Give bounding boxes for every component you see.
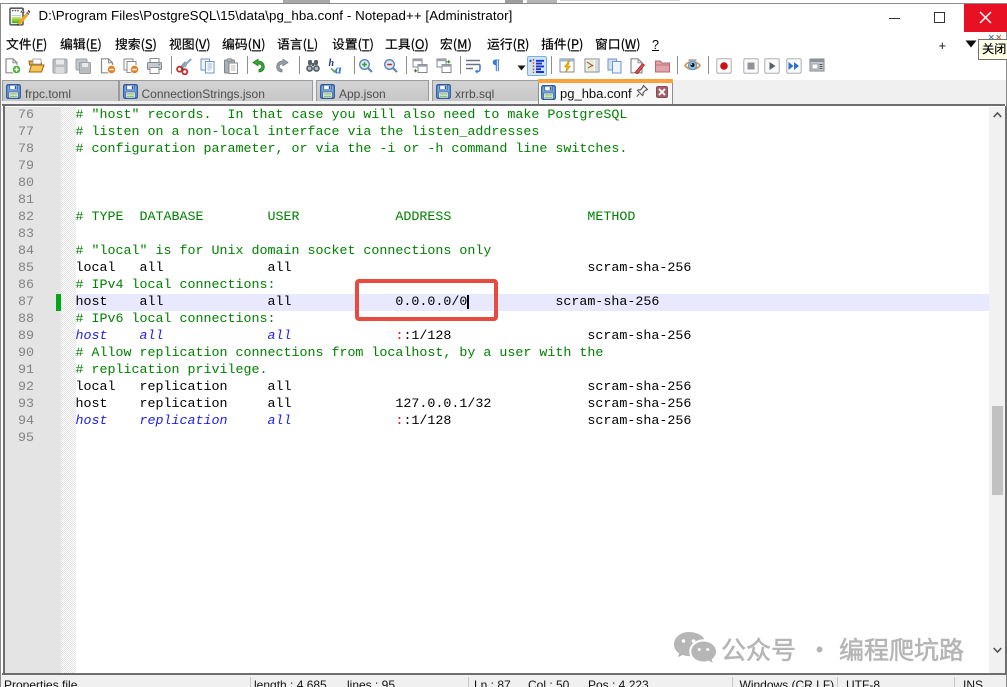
svg-text:a: a	[335, 61, 342, 74]
svg-text:h: h	[329, 58, 335, 69]
